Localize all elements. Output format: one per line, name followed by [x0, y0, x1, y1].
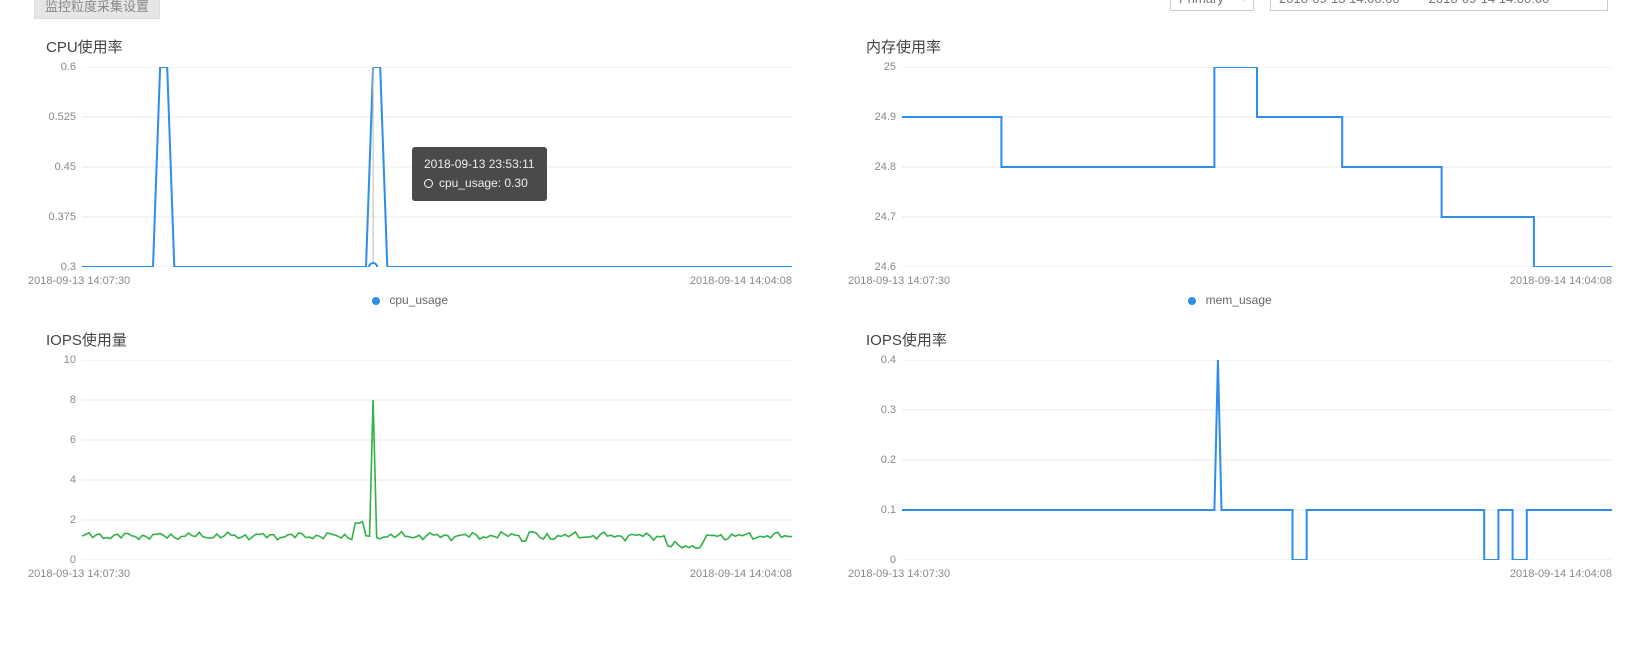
panel-iops-rate: IOPS使用率 00.10.20.30.4 2018-09-13 14:07:3…	[820, 311, 1640, 584]
chart-title: CPU使用率	[46, 36, 792, 57]
legend: mem_usage	[848, 293, 1612, 307]
legend-label: cpu_usage	[389, 293, 448, 307]
panel-iops-amount: IOPS使用量 0246810 2018-09-13 14:07:30 2018…	[0, 311, 820, 584]
legend-dot-icon	[372, 297, 380, 305]
legend-dot-icon	[1188, 297, 1196, 305]
date-range-picker[interactable]: 2018-09-13 14:00:00 2018-09-14 14:00:00	[1270, 0, 1608, 11]
x-axis-end: 2018-09-14 14:04:08	[1510, 568, 1612, 580]
monitor-settings-button[interactable]: 监控粒度采集设置	[34, 0, 160, 19]
x-axis-end: 2018-09-14 14:04:08	[690, 275, 792, 287]
legend: cpu_usage	[28, 293, 792, 307]
tooltip-dot-icon	[424, 179, 433, 188]
x-axis-end: 2018-09-14 14:04:08	[690, 568, 792, 580]
chart-area	[902, 67, 1612, 267]
chevron-down-icon: ▾	[1242, 0, 1247, 4]
tooltip-series: cpu_usage:	[439, 174, 501, 193]
tooltip-time: 2018-09-13 23:53:11	[424, 155, 535, 174]
chart-cpu[interactable]: 0.30.3750.450.5250.6 2018-09-13 23:53:11…	[28, 67, 792, 287]
primary-select[interactable]: Primary ▾	[1170, 0, 1254, 11]
top-bar: 监控粒度采集设置 Primary ▾ 2018-09-13 14:00:00 2…	[0, 0, 1640, 18]
y-axis: 24.624.724.824.925	[848, 67, 902, 267]
x-axis-start: 2018-09-13 14:07:30	[848, 275, 950, 287]
chart-mem[interactable]: 24.624.724.824.925 2018-09-13 14:07:30 2…	[848, 67, 1612, 287]
date-start: 2018-09-13 14:00:00	[1279, 0, 1400, 6]
y-axis: 0246810	[28, 360, 82, 560]
panel-mem: 内存使用率 24.624.724.824.925 2018-09-13 14:0…	[820, 18, 1640, 311]
x-axis-end: 2018-09-14 14:04:08	[1510, 275, 1612, 287]
tooltip-value: 0.30	[504, 174, 527, 193]
y-axis: 00.10.20.30.4	[848, 360, 902, 560]
chart-iops-amount[interactable]: 0246810 2018-09-13 14:07:30 2018-09-14 1…	[28, 360, 792, 580]
y-axis: 0.30.3750.450.5250.6	[28, 67, 82, 267]
x-axis-start: 2018-09-13 14:07:30	[28, 275, 130, 287]
chart-area: 2018-09-13 23:53:11 cpu_usage: 0.30	[82, 67, 792, 267]
legend-label: mem_usage	[1206, 293, 1272, 307]
x-axis-start: 2018-09-13 14:07:30	[848, 568, 950, 580]
primary-select-label: Primary	[1179, 0, 1224, 6]
chart-iops-rate[interactable]: 00.10.20.30.4 2018-09-13 14:07:30 2018-0…	[848, 360, 1612, 580]
date-end: 2018-09-14 14:00:00	[1429, 0, 1550, 6]
charts-grid: CPU使用率 0.30.3750.450.5250.6 2018-09-13 2…	[0, 18, 1640, 584]
x-axis-start: 2018-09-13 14:07:30	[28, 568, 130, 580]
chart-title: IOPS使用率	[866, 329, 1612, 350]
chart-tooltip: 2018-09-13 23:53:11 cpu_usage: 0.30	[412, 147, 547, 201]
panel-cpu: CPU使用率 0.30.3750.450.5250.6 2018-09-13 2…	[0, 18, 820, 311]
chart-area	[902, 360, 1612, 560]
chart-area	[82, 360, 792, 560]
chart-title: IOPS使用量	[46, 329, 792, 350]
chart-title: 内存使用率	[866, 36, 1612, 57]
